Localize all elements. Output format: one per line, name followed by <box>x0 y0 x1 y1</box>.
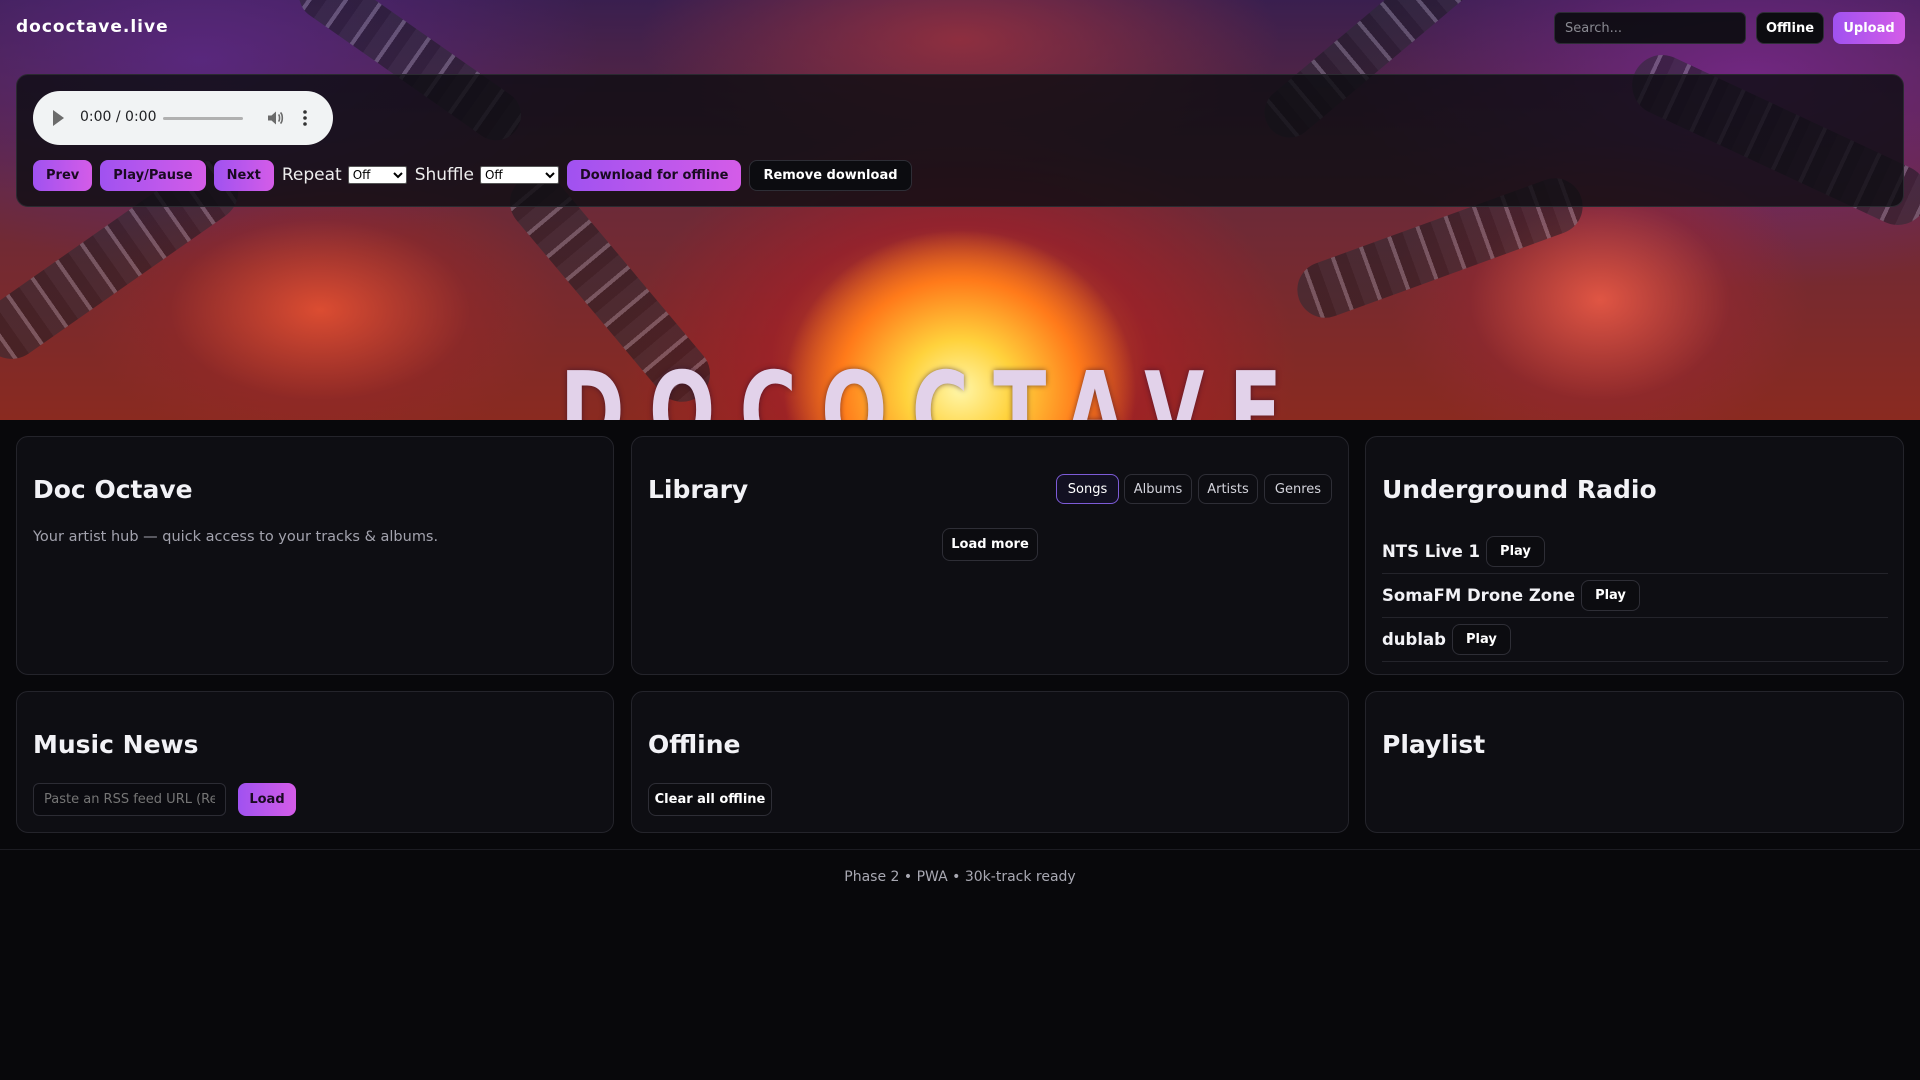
volume-icon[interactable] <box>266 109 284 127</box>
play-pause-button[interactable]: Play/Pause <box>100 159 206 191</box>
play-station-button[interactable]: Play <box>1451 623 1511 655</box>
audio-seek-bar[interactable] <box>163 117 243 120</box>
play-station-button[interactable]: Play <box>1581 579 1640 611</box>
playlist-card: Playlist <box>1365 691 1904 833</box>
download-offline-button[interactable]: Download for offline <box>566 159 742 191</box>
clear-offline-button[interactable]: Clear all offline <box>648 783 772 816</box>
footer-divider <box>0 849 1920 850</box>
audio-time: 0:00 / 0:00 <box>80 109 157 125</box>
player-controls: Prev Play/Pause Next Repeat Off Shuffle … <box>33 159 920 191</box>
station-name: NTS Live 1 <box>1382 541 1481 561</box>
play-station-button[interactable]: Play <box>1486 535 1545 567</box>
radio-station-row: dublab Play <box>1382 617 1888 662</box>
news-title: Music News <box>33 730 199 759</box>
artist-description: Your artist hub — quick access to your t… <box>33 529 439 545</box>
radio-station-row: NTS Live 1 Play <box>1382 529 1888 574</box>
playlist-title: Playlist <box>1382 730 1486 759</box>
play-icon[interactable] <box>53 110 64 126</box>
artist-card: Doc Octave Your artist hub — quick acces… <box>16 436 614 675</box>
offline-button[interactable]: Offline <box>1756 12 1824 44</box>
top-bar: dococtave.live Offline Upload <box>0 0 1920 56</box>
tab-genres[interactable]: Genres <box>1264 474 1332 504</box>
library-title: Library <box>648 475 749 504</box>
load-more-button[interactable]: Load more <box>942 528 1038 561</box>
hero-banner: DOCOCTAVE <box>0 0 1920 420</box>
tab-artists[interactable]: Artists <box>1198 474 1258 504</box>
brand-logo[interactable]: dococtave.live <box>16 17 169 37</box>
station-name: dublab <box>1382 629 1446 649</box>
audio-player[interactable]: 0:00 / 0:00 <box>33 91 333 145</box>
radio-station-row: SomaFM Drone Zone Play <box>1382 573 1888 618</box>
rss-url-input[interactable] <box>33 783 226 816</box>
upload-button[interactable]: Upload <box>1833 12 1905 44</box>
tab-albums[interactable]: Albums <box>1124 474 1192 504</box>
radio-title: Underground Radio <box>1382 475 1657 504</box>
library-card: Library Songs Albums Artists Genres Load… <box>631 436 1349 675</box>
player-panel: 0:00 / 0:00 Prev Play/Pause Next Repeat … <box>16 74 1904 207</box>
more-options-icon[interactable] <box>303 109 307 127</box>
repeat-select[interactable]: Off <box>347 166 407 184</box>
station-name: SomaFM Drone Zone <box>1382 585 1576 605</box>
hero-title: DOCOCTAVE <box>560 350 1307 420</box>
radio-card: Underground Radio NTS Live 1 Play SomaFM… <box>1365 436 1904 675</box>
footer-text: Phase 2 • PWA • 30k-track ready <box>844 869 1076 885</box>
load-feed-button[interactable]: Load <box>238 783 296 816</box>
artist-title: Doc Octave <box>33 475 193 504</box>
prev-button[interactable]: Prev <box>33 159 93 191</box>
news-card: Music News Load <box>16 691 614 833</box>
offline-title: Offline <box>648 730 741 759</box>
search-input[interactable] <box>1554 12 1746 44</box>
repeat-label: Repeat <box>281 165 342 185</box>
shuffle-select[interactable]: Off <box>479 166 559 184</box>
tab-songs[interactable]: Songs <box>1056 474 1119 504</box>
next-button[interactable]: Next <box>213 159 274 191</box>
offline-card: Offline Clear all offline <box>631 691 1349 833</box>
remove-download-button[interactable]: Remove download <box>749 159 912 191</box>
shuffle-label: Shuffle <box>414 165 474 185</box>
